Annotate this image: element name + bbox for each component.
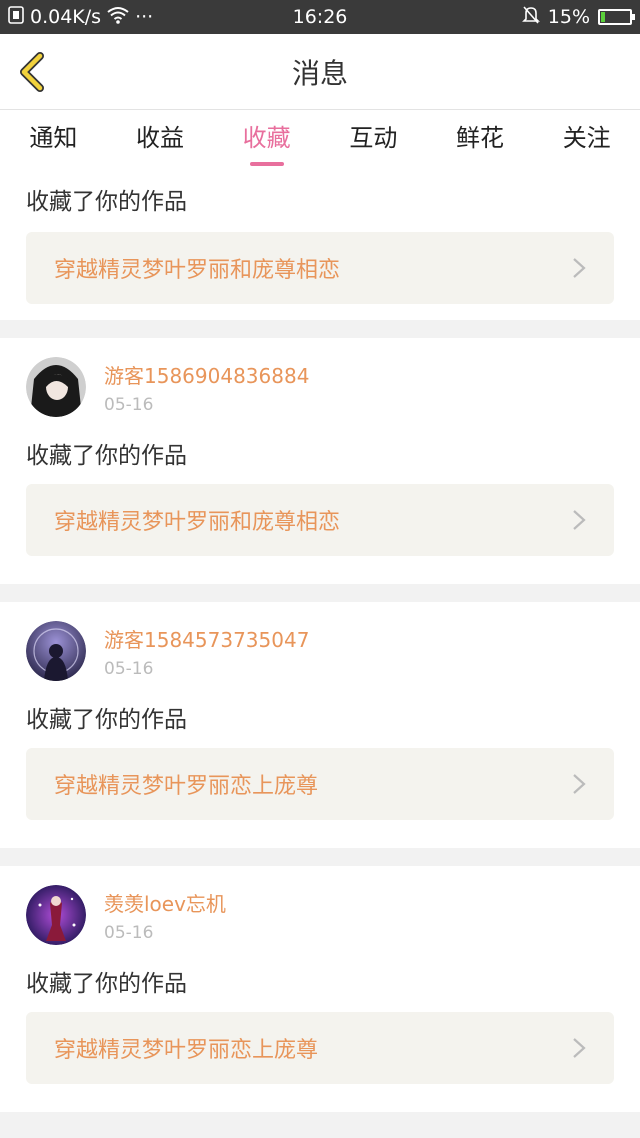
user-row: 游客1584573735047 05-16 [26,602,614,692]
user-row: 游客1586904836884 05-16 [26,338,614,428]
username[interactable]: 羡羡loev忘机 [104,888,226,917]
header: 消息 [0,34,640,110]
tab-follows[interactable]: 关注 [533,110,640,176]
status-bar: 0.04K/s ··· 16:26 15% [0,0,640,34]
avatar[interactable] [26,357,86,417]
user-info: 羡羡loev忘机 05-16 [104,888,226,943]
message-date: 05-16 [104,394,154,415]
message-card: 收藏了你的作品 穿越精灵梦叶罗丽和庞尊相恋 [0,176,640,320]
message-card: 游客1584573735047 05-16 收藏了你的作品 穿越精灵梦叶罗丽恋上… [0,602,640,848]
user-info: 游客1584573735047 05-16 [104,624,309,679]
action-text: 收藏了你的作品 [26,707,187,733]
chevron-right-icon [573,510,586,530]
chevron-right-icon [573,774,586,794]
mute-bell-icon [521,5,540,30]
chevron-right-icon [573,258,586,278]
chevron-right-icon [573,1038,586,1058]
work-link[interactable]: 穿越精灵梦叶罗丽和庞尊相恋 [26,484,614,556]
message-card: 游客1586904836884 05-16 收藏了你的作品 穿越精灵梦叶罗丽和庞… [0,338,640,584]
sim-icon [8,5,24,29]
status-left: 0.04K/s ··· [8,5,154,29]
message-card: 羡羡loev忘机 05-16 收藏了你的作品 穿越精灵梦叶罗丽恋上庞尊 [0,866,640,1112]
work-title: 穿越精灵梦叶罗丽恋上庞尊 [54,1038,319,1063]
wifi-icon [107,6,129,29]
message-date: 05-16 [104,922,154,943]
network-speed: 0.04K/s [30,6,102,28]
user-info: 游客1586904836884 05-16 [104,360,309,415]
battery-percent: 15% [547,6,590,28]
tab-favorites[interactable]: 收藏 [213,110,320,176]
page-title: 消息 [291,56,348,90]
message-date: 05-16 [104,658,154,679]
work-link[interactable]: 穿越精灵梦叶罗丽和庞尊相恋 [26,232,614,304]
chevron-left-icon [20,52,44,92]
tab-interactions[interactable]: 互动 [320,110,427,176]
action-text: 收藏了你的作品 [26,443,187,469]
back-button[interactable] [14,52,54,92]
tab-earnings[interactable]: 收益 [107,110,214,176]
work-title: 穿越精灵梦叶罗丽和庞尊相恋 [54,510,341,535]
avatar[interactable] [26,885,86,945]
battery-icon [598,9,635,25]
tab-flowers[interactable]: 鲜花 [427,110,534,176]
action-text: 收藏了你的作品 [26,189,187,215]
avatar[interactable] [26,621,86,681]
username[interactable]: 游客1586904836884 [104,360,309,389]
work-link[interactable]: 穿越精灵梦叶罗丽恋上庞尊 [26,748,614,820]
tab-notifications[interactable]: 通知 [0,110,107,176]
battery-level [601,12,606,22]
work-title: 穿越精灵梦叶罗丽恋上庞尊 [54,774,319,799]
username[interactable]: 游客1584573735047 [104,624,309,653]
action-text: 收藏了你的作品 [26,971,187,997]
tab-bar: 通知 收益 收藏 互动 鲜花 关注 [0,110,640,176]
work-title: 穿越精灵梦叶罗丽和庞尊相恋 [54,258,341,283]
work-link[interactable]: 穿越精灵梦叶罗丽恋上庞尊 [26,1012,614,1084]
more-dots: ··· [135,6,154,28]
user-row: 羡羡loev忘机 05-16 [26,866,614,956]
status-right: 15% [521,5,635,30]
